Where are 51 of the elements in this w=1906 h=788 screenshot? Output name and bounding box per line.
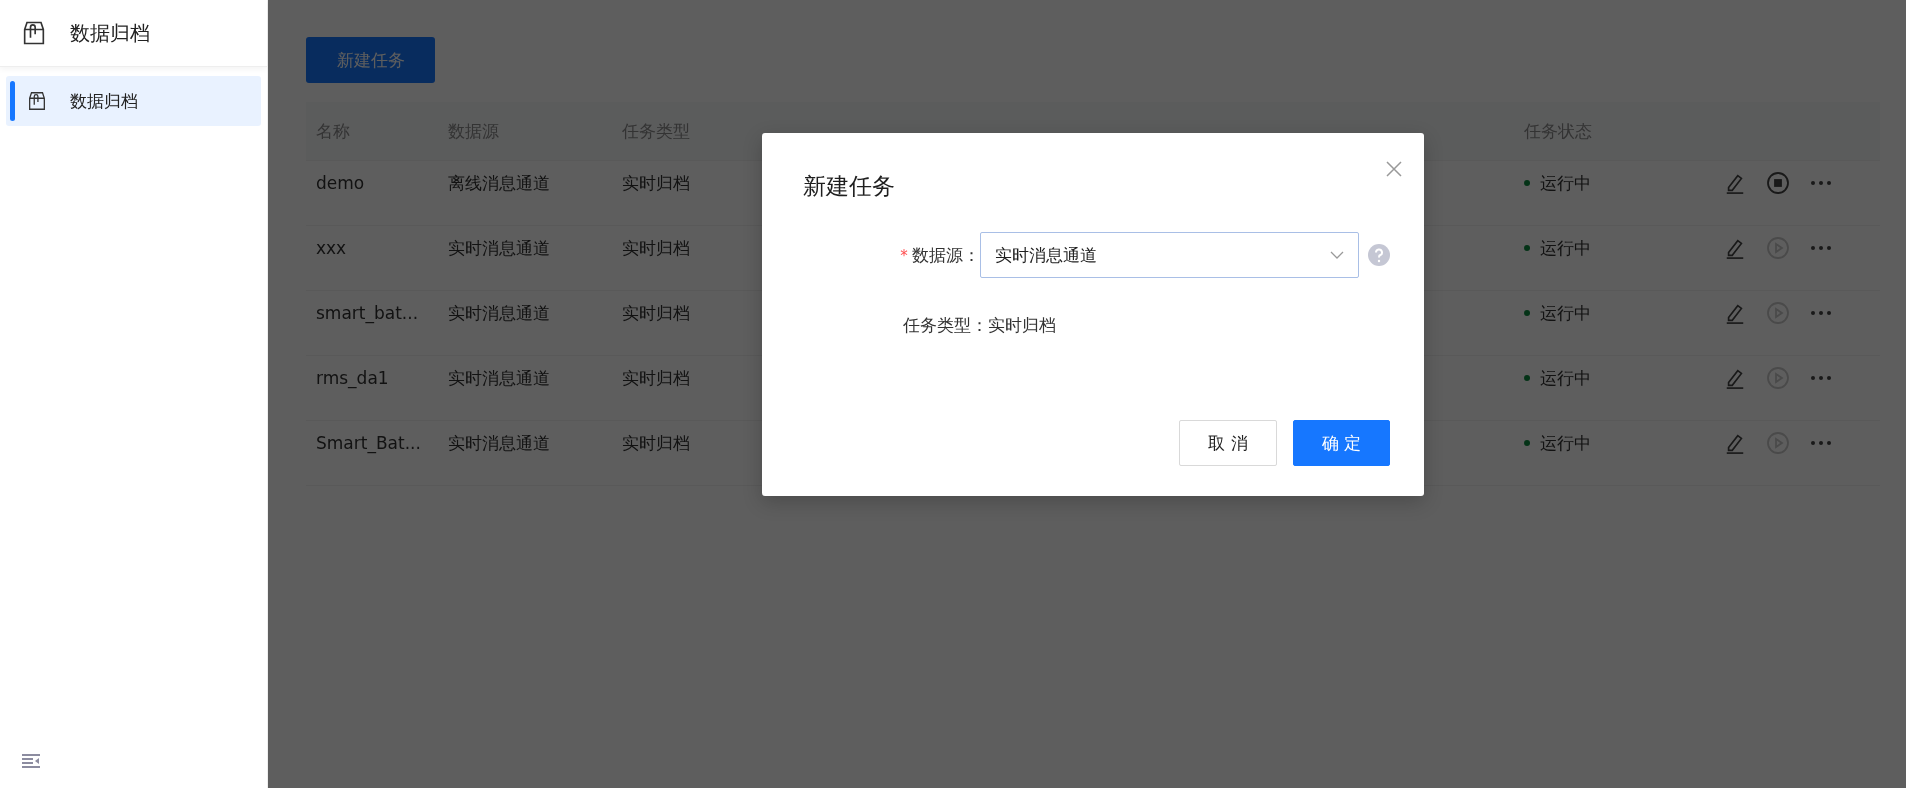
status-dot <box>1524 375 1530 381</box>
table-cell: 实时归档 <box>622 431 690 455</box>
required-mark: * <box>900 246 908 265</box>
status-text: 运行中 <box>1540 301 1591 325</box>
table-cell: 实时归档 <box>622 236 690 260</box>
field-label: 任务类型： <box>903 315 988 335</box>
table-cell: 离线消息通道 <box>448 171 550 195</box>
more-icon[interactable] <box>1810 375 1832 381</box>
edit-icon[interactable] <box>1724 367 1746 389</box>
status-text: 运行中 <box>1540 366 1591 390</box>
table-cell: 实时归档 <box>622 301 690 325</box>
status-dot <box>1524 440 1530 446</box>
data-source-select[interactable]: 实时消息通道 <box>979 232 1359 278</box>
field-label: 数据源： <box>911 244 980 265</box>
app-title: 数据归档 <box>70 19 150 47</box>
more-icon[interactable] <box>1810 310 1832 316</box>
table-cell: xxx <box>316 238 347 258</box>
table-cell: 实时归档 <box>622 171 690 195</box>
status-dot <box>1524 245 1530 251</box>
table-cell: 实时消息通道 <box>448 236 550 260</box>
edit-icon[interactable] <box>1724 172 1746 194</box>
table-cell: demo <box>316 173 365 193</box>
table-cell: Smart_Bat... <box>316 433 421 453</box>
table-cell: 实时消息通道 <box>448 301 550 325</box>
table-cell: 实时消息通道 <box>448 366 550 390</box>
confirm-button[interactable]: 确 定 <box>1293 420 1390 466</box>
status-text: 运行中 <box>1540 431 1591 455</box>
stop-icon[interactable] <box>1766 171 1790 195</box>
dialog-title: 新建任务 <box>803 172 896 201</box>
archive-icon <box>26 90 48 112</box>
more-icon[interactable] <box>1810 180 1832 186</box>
status-dot <box>1524 310 1530 316</box>
table-cell: smart_bat... <box>316 303 419 323</box>
collapse-menu-icon[interactable] <box>22 754 40 768</box>
edit-icon[interactable] <box>1724 302 1746 324</box>
close-icon[interactable] <box>1386 161 1402 177</box>
help-icon[interactable] <box>1368 244 1390 266</box>
table-cell: rms_da1 <box>316 368 389 388</box>
table-cell: 实时归档 <box>622 366 690 390</box>
status-dot <box>1524 180 1530 186</box>
more-icon[interactable] <box>1810 245 1832 251</box>
edit-icon[interactable] <box>1724 432 1746 454</box>
field-value: 实时归档 <box>988 314 1056 337</box>
sidebar-item[interactable]: 数据归档 <box>6 76 261 126</box>
table-cell: 实时消息通道 <box>448 431 550 455</box>
status-text: 运行中 <box>1540 171 1591 195</box>
cancel-button[interactable]: 取 消 <box>1179 420 1277 466</box>
status-text: 运行中 <box>1540 236 1591 260</box>
chevron-down-icon <box>1330 251 1344 259</box>
edit-icon[interactable] <box>1724 237 1746 259</box>
more-icon[interactable] <box>1810 440 1832 446</box>
